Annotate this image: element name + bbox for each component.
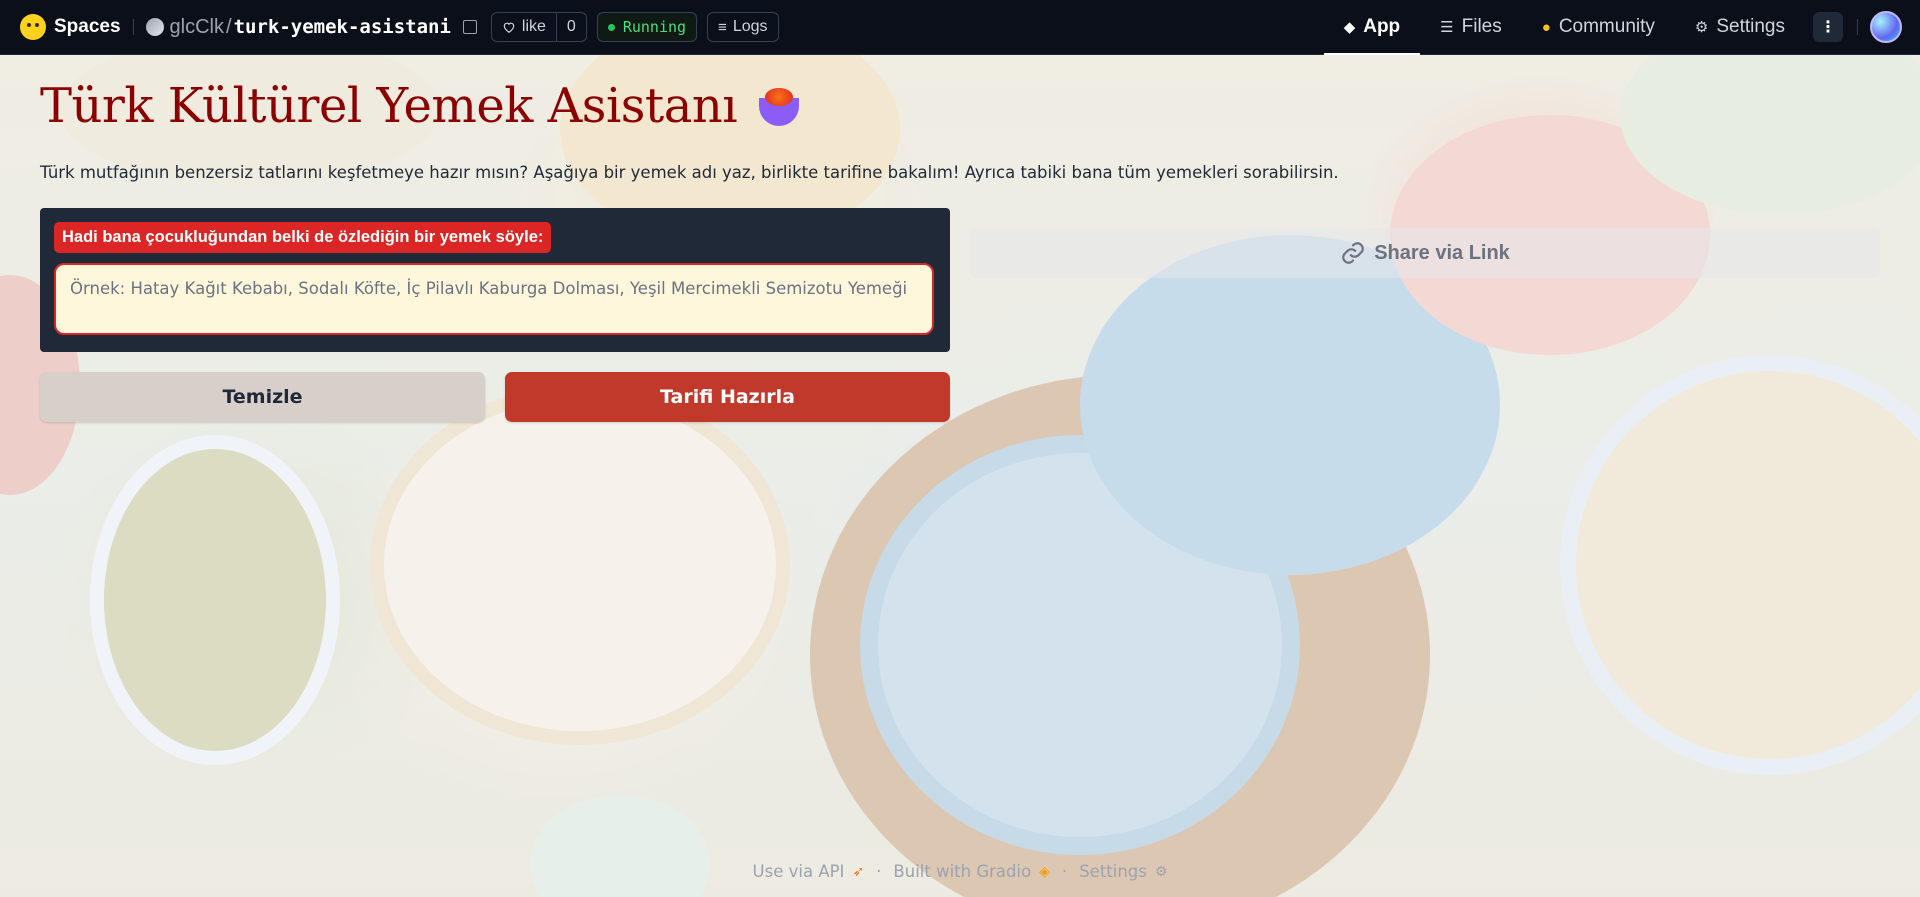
share-link-label: Share via Link [1374, 241, 1510, 264]
user-avatar[interactable] [1870, 11, 1902, 43]
gradio-logo-icon: ◈ [1039, 863, 1050, 880]
copy-icon[interactable] [462, 20, 477, 34]
cube-icon: ◆ [1343, 19, 1356, 36]
tab-files-label: Files [1461, 16, 1502, 37]
spaces-logo[interactable]: Spaces [20, 14, 121, 40]
status-label: Running [622, 18, 687, 36]
tab-community-label: Community [1558, 16, 1655, 37]
use-via-api-link[interactable]: Use via API [753, 862, 845, 881]
rocket-icon: ➶ [852, 863, 865, 880]
like-count: 0 [555, 13, 586, 41]
more-icon: ⋮ [1820, 19, 1836, 36]
path-separator: / [226, 15, 232, 38]
logs-label: Logs [732, 18, 768, 35]
dish-input-field[interactable]: Örnek: Hatay Kağıt Kebabı, Sodalı Köfte,… [54, 263, 934, 335]
files-icon: ☰ [1440, 19, 1454, 36]
clear-button[interactable]: Temizle [40, 372, 485, 422]
heart-icon [503, 22, 515, 33]
page-title-text: Türk Kültürel Yemek Asistanı [40, 78, 738, 134]
more-options-button[interactable]: ⋮ [1813, 12, 1843, 42]
status-dot-icon [607, 23, 615, 31]
space-nav: ◆ App ☰ Files ● Community ⚙ Settings ⋮ [1323, 0, 1920, 55]
owner-avatar-icon [145, 18, 164, 36]
community-icon: ● [1541, 18, 1551, 36]
gear-icon: ⚙ [1694, 19, 1709, 36]
stew-pot-icon [757, 86, 801, 126]
footer: Use via API ➶ · Built with Gradio ◈ · Se… [0, 862, 1920, 881]
hugging-face-icon [20, 14, 46, 40]
divider [1857, 19, 1858, 35]
tab-community[interactable]: ● Community [1522, 0, 1675, 55]
repo-name-link[interactable]: turk-yemek-asistani [234, 16, 451, 38]
tab-files[interactable]: ☰ Files [1420, 0, 1522, 55]
footer-settings-link[interactable]: Settings [1079, 862, 1147, 881]
page-subtitle: Türk mutfağının benzersiz tatlarını keşf… [40, 163, 1339, 182]
logs-icon: ≡ [718, 18, 727, 36]
link-icon [1342, 242, 1365, 264]
footer-separator: · [876, 862, 882, 881]
dish-input-card: Hadi bana çocukluğundan belki de özlediğ… [40, 208, 950, 352]
brand-label: Spaces [54, 16, 121, 37]
dish-input-label: Hadi bana çocukluğundan belki de özlediğ… [54, 222, 552, 253]
built-with-gradio-link[interactable]: Built with Gradio [893, 862, 1031, 881]
divider [132, 19, 134, 35]
like-label: like [521, 18, 546, 35]
share-link-button[interactable]: Share via Link [970, 228, 1880, 278]
page-title: Türk Kültürel Yemek Asistanı [40, 78, 801, 134]
tab-settings[interactable]: ⚙ Settings [1675, 0, 1805, 55]
logs-button[interactable]: ≡ Logs [707, 12, 779, 42]
top-bar: Spaces glcClk / turk-yemek-asistani like… [0, 0, 1920, 55]
gear-icon: ⚙ [1154, 863, 1168, 880]
tab-settings-label: Settings [1716, 16, 1785, 37]
footer-separator: · [1061, 862, 1068, 881]
status-badge[interactable]: Running [596, 12, 698, 42]
repo-path: glcClk / turk-yemek-asistani [145, 15, 477, 39]
like-button[interactable]: like 0 [490, 12, 587, 42]
owner-link[interactable]: glcClk [170, 16, 224, 39]
dish-input-placeholder: Örnek: Hatay Kağıt Kebabı, Sodalı Köfte,… [70, 279, 908, 298]
prepare-recipe-button[interactable]: Tarifi Hazırla [505, 372, 950, 422]
tab-app[interactable]: ◆ App [1323, 0, 1421, 55]
tab-app-label: App [1363, 16, 1401, 37]
